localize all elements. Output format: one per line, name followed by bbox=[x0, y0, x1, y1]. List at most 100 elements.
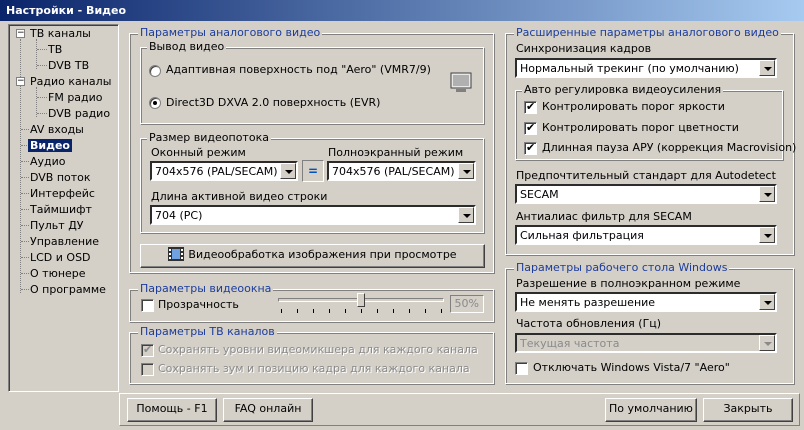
close-button-label: Закрыть bbox=[723, 402, 773, 415]
collapse-icon[interactable]: − bbox=[16, 29, 25, 38]
chevron-down-icon[interactable] bbox=[458, 163, 474, 179]
standard-label: Предпочтительный стандарт для Autodetect bbox=[516, 169, 776, 182]
tv-params-group: Параметры ТВ каналов bbox=[129, 325, 494, 384]
agc-title: Авто регулировка видеоусиления bbox=[522, 83, 724, 97]
tree-item-audio[interactable]: Аудио bbox=[30, 154, 66, 169]
video-output-group: Вывод видео bbox=[140, 40, 484, 124]
sync-label: Синхронизация кадров bbox=[516, 42, 652, 55]
slider-tick bbox=[281, 309, 282, 313]
help-button[interactable]: Помощь - F1 bbox=[127, 398, 217, 422]
radio-vmr-label[interactable]: Адаптивная поверхность под "Aero" (VMR7/… bbox=[166, 63, 431, 77]
tree-branch bbox=[21, 161, 29, 162]
sync-value: Нормальный трекинг (по умолчанию) bbox=[520, 62, 739, 75]
transparency-label[interactable]: Прозрачность bbox=[158, 298, 239, 312]
tree-item-dvb-radio[interactable]: DVB радио bbox=[48, 106, 110, 121]
aero-label[interactable]: Отключать Windows Vista/7 "Aero" bbox=[533, 361, 730, 375]
tree-item-dvb-tv[interactable]: DVB ТВ bbox=[48, 58, 89, 73]
tree-item-remote[interactable]: Пульт ДУ bbox=[30, 218, 84, 233]
link-sizes-button[interactable]: = bbox=[302, 160, 324, 182]
tree-item-interface[interactable]: Интерфейс bbox=[30, 186, 95, 201]
tree-branch bbox=[21, 129, 29, 130]
radio-vmr[interactable] bbox=[149, 65, 161, 77]
defaults-button[interactable]: По умолчанию bbox=[605, 398, 697, 422]
windowed-mode-label: Оконный режим bbox=[151, 146, 246, 159]
antialias-select[interactable]: Сильная фильтрация bbox=[515, 225, 777, 245]
save-mixer-checkbox[interactable] bbox=[141, 343, 154, 357]
tree-branch bbox=[21, 289, 29, 290]
tree-branch bbox=[37, 65, 47, 66]
defaults-button-label: По умолчанию bbox=[609, 402, 693, 415]
chevron-down-icon[interactable] bbox=[759, 227, 775, 243]
brightness-label[interactable]: Контролировать порог яркости bbox=[542, 100, 725, 114]
collapse-icon[interactable]: − bbox=[16, 77, 25, 86]
tree-branch bbox=[21, 257, 29, 258]
standard-select[interactable]: SECAM bbox=[515, 184, 777, 204]
monitor-icon bbox=[450, 72, 472, 92]
resolution-select[interactable]: Не менять разрешение bbox=[515, 292, 777, 312]
tree-item-about-tuner[interactable]: О тюнере bbox=[30, 266, 86, 281]
tree-item-video[interactable]: Видео bbox=[28, 138, 72, 153]
settings-tree[interactable]: − ТВ каналы ТВ DVB ТВ − Радио каналы FM … bbox=[8, 24, 119, 392]
tree-item-tv[interactable]: ТВ bbox=[48, 42, 62, 57]
standard-value: SECAM bbox=[520, 188, 559, 201]
tree-branch bbox=[21, 177, 29, 178]
chevron-down-icon[interactable] bbox=[458, 207, 474, 223]
slider-tick bbox=[425, 309, 426, 313]
radio-evr-label[interactable]: Direct3D DXVA 2.0 поверхность (EVR) bbox=[166, 96, 380, 110]
tree-item-tv-channels[interactable]: ТВ каналы bbox=[30, 26, 91, 41]
faq-button[interactable]: FAQ онлайн bbox=[223, 398, 313, 422]
active-line-value: 704 (PC) bbox=[155, 209, 203, 222]
save-mixer-label[interactable]: Сохранять уровни видеомикшера для каждог… bbox=[158, 343, 478, 357]
video-processing-button[interactable]: Видеообработка изображения при просмотре bbox=[140, 244, 485, 268]
chevron-down-icon[interactable] bbox=[280, 163, 296, 179]
save-zoom-label[interactable]: Сохранять зум и позицию кадра для каждог… bbox=[158, 362, 470, 376]
radio-evr[interactable] bbox=[149, 97, 161, 109]
resolution-value: Не менять разрешение bbox=[520, 296, 656, 309]
refresh-select[interactable]: Текущая частота bbox=[515, 333, 777, 353]
active-line-label: Длина активной видео строки bbox=[151, 190, 328, 203]
tree-branch bbox=[21, 241, 29, 242]
tree-item-about-program[interactable]: О программе bbox=[30, 282, 106, 297]
active-line-select[interactable]: 704 (PC) bbox=[150, 205, 476, 225]
tree-item-radio-channels[interactable]: Радио каналы bbox=[30, 74, 111, 89]
tree-branch bbox=[21, 273, 29, 274]
sync-select[interactable]: Нормальный трекинг (по умолчанию) bbox=[515, 58, 777, 78]
tree-item-dvb-stream[interactable]: DVB поток bbox=[30, 170, 91, 185]
tv-params-title: Параметры ТВ каналов bbox=[138, 325, 277, 339]
video-processing-label: Видеообработка изображения при просмотре bbox=[188, 248, 457, 261]
chevron-down-icon[interactable] bbox=[759, 60, 775, 76]
tree-branch bbox=[21, 209, 29, 210]
save-zoom-checkbox[interactable] bbox=[141, 363, 154, 376]
analog-video-title: Параметры аналогового видео bbox=[138, 26, 323, 40]
chroma-checkbox[interactable] bbox=[524, 121, 537, 135]
tree-item-fm-radio[interactable]: FM радио bbox=[48, 90, 103, 105]
footer-bar bbox=[119, 393, 800, 426]
chevron-down-icon[interactable] bbox=[759, 335, 775, 351]
refresh-value: Текущая частота bbox=[520, 337, 620, 350]
transparency-value: 50% bbox=[450, 295, 484, 313]
fullscreen-mode-select[interactable]: 704x576 (PAL/SECAM) bbox=[327, 161, 476, 181]
tree-item-timeshift[interactable]: Таймшифт bbox=[30, 202, 92, 217]
brightness-checkbox[interactable] bbox=[524, 100, 537, 114]
windowed-mode-value: 704x576 (PAL/SECAM) bbox=[155, 165, 278, 178]
transparency-checkbox[interactable] bbox=[141, 299, 154, 312]
tree-item-lcd-osd[interactable]: LCD и OSD bbox=[30, 250, 91, 265]
fullscreen-mode-value: 704x576 (PAL/SECAM) bbox=[332, 165, 455, 178]
link-sizes-label: = bbox=[307, 164, 319, 178]
chevron-down-icon[interactable] bbox=[759, 186, 775, 202]
antialias-label: Антиалиас фильтр для SECAM bbox=[516, 210, 692, 223]
window-title: Настройки - Видео bbox=[6, 4, 127, 17]
aero-checkbox[interactable] bbox=[515, 362, 528, 375]
windowed-mode-select[interactable]: 704x576 (PAL/SECAM) bbox=[150, 161, 298, 181]
window-params-title: Параметры видеоокна bbox=[138, 282, 274, 296]
chevron-down-icon[interactable] bbox=[759, 294, 775, 310]
tree-item-control[interactable]: Управление bbox=[30, 234, 99, 249]
tree-branch bbox=[21, 225, 29, 226]
resolution-label: Разрешение в полноэкранном режиме bbox=[516, 277, 741, 290]
chroma-label[interactable]: Контролировать порог цветности bbox=[542, 121, 739, 135]
transparency-slider-thumb[interactable] bbox=[357, 293, 365, 307]
tree-item-av-inputs[interactable]: AV входы bbox=[30, 122, 84, 137]
close-button[interactable]: Закрыть bbox=[703, 398, 793, 422]
long-pause-label[interactable]: Длинная пауза АРУ (коррекция Macrovision… bbox=[542, 141, 796, 155]
long-pause-checkbox[interactable] bbox=[524, 141, 537, 155]
